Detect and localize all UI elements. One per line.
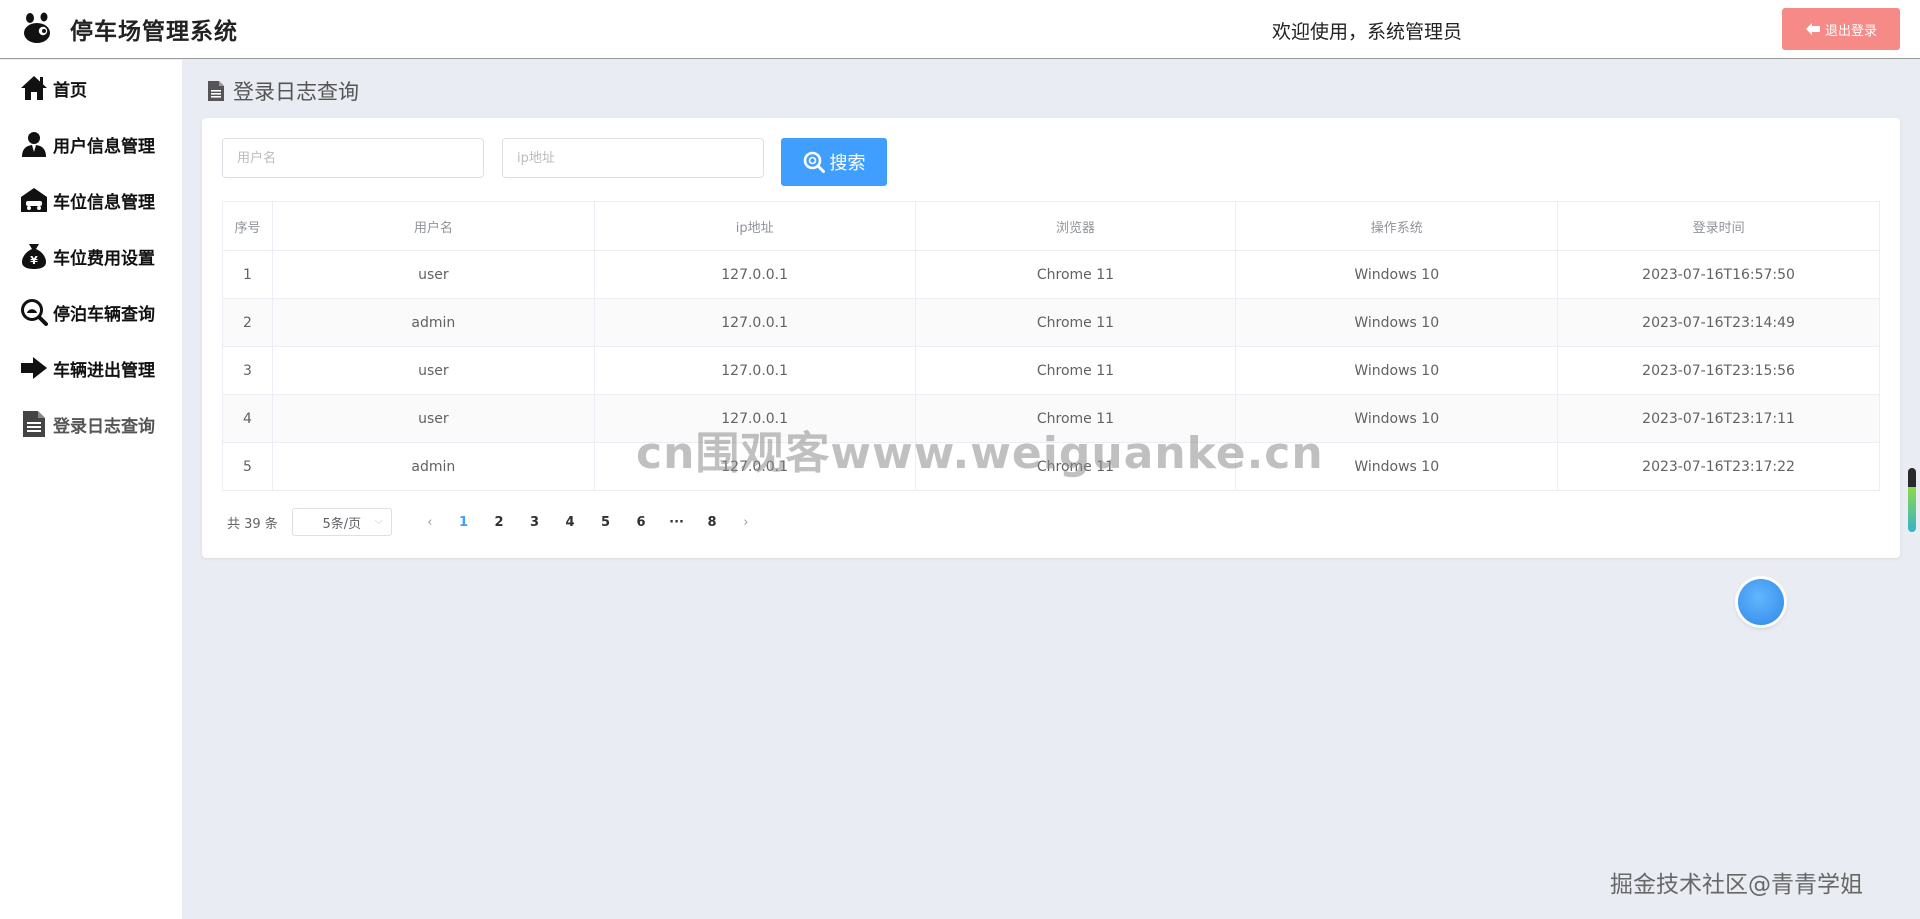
column-header: 浏览器 — [914, 201, 1237, 251]
table-cell: user — [271, 394, 595, 443]
logo-icon — [24, 12, 50, 43]
arrow-right-icon — [19, 353, 49, 383]
sidebar-item-parked-query[interactable]: 停泊车辆查询 — [0, 284, 182, 340]
column-header: 用户名 — [271, 201, 595, 251]
page-number-1[interactable]: 1 — [446, 515, 482, 530]
table-cell: Windows 10 — [1235, 298, 1559, 347]
sidebar-item-user-info[interactable]: 用户信息管理 — [0, 116, 182, 172]
sidebar-item-label: 用户信息管理 — [53, 136, 155, 157]
username-search-input[interactable] — [222, 138, 484, 178]
table-row[interactable]: 2 admin 127.0.0.1 Chrome 11 Windows 10 2… — [222, 298, 1880, 347]
home-icon — [19, 73, 49, 103]
logout-button[interactable]: 退出登录 — [1782, 8, 1900, 50]
sidebar-item-label: 车位信息管理 — [53, 192, 155, 213]
page-number-3[interactable]: 3 — [517, 515, 553, 530]
user-icon — [19, 129, 49, 159]
document-icon — [19, 409, 49, 439]
pagination: 共 39 条 5条/页 ⌵ ‹ 1 2 3 4 5 6 ··· 8 › — [227, 508, 762, 536]
search-button-label: 搜索 — [829, 153, 866, 174]
page-number-2[interactable]: 2 — [481, 515, 517, 530]
table-cell: user — [271, 346, 595, 395]
column-header: 序号 — [222, 201, 273, 251]
table-cell: 1 — [222, 250, 273, 299]
table-cell: admin — [271, 442, 595, 491]
page-title: 登录日志查询 — [207, 76, 359, 106]
page-number-8[interactable]: 8 — [694, 515, 730, 530]
sidebar-item-label: 停泊车辆查询 — [53, 304, 155, 325]
svg-text:¥: ¥ — [30, 254, 38, 267]
sidebar: 首页 用户信息管理 车位信息管理 ¥ 车位费用设置 停泊车辆查询 车辆进出管理 — [0, 60, 182, 919]
document-icon — [208, 81, 224, 101]
watermark-center: cn围观客www.weiguanke.cn — [636, 428, 1324, 479]
watermark-bottom: 掘金技术社区@青青学姐 — [1610, 872, 1863, 898]
logout-icon — [1805, 23, 1820, 35]
table-cell: 2 — [222, 298, 273, 347]
sidebar-item-label: 首页 — [53, 80, 87, 101]
money-bag-icon: ¥ — [19, 241, 49, 271]
table-header-row: 序号 用户名 ip地址 浏览器 操作系统 登录时间 — [222, 201, 1880, 251]
table-cell: 2023-07-16T23:14:49 — [1557, 298, 1880, 347]
table-row[interactable]: 1 user 127.0.0.1 Chrome 11 Windows 10 20… — [222, 250, 1880, 299]
page-number-6[interactable]: 6 — [623, 515, 659, 530]
table-cell: 4 — [222, 394, 273, 443]
page-size-select[interactable]: 5条/页 ⌵ — [291, 508, 392, 536]
table-cell: 2023-07-16T16:57:50 — [1557, 250, 1880, 299]
table-cell: Chrome 11 — [914, 250, 1237, 299]
table-cell: 2023-07-16T23:17:22 — [1557, 442, 1880, 491]
column-header: 操作系统 — [1235, 201, 1559, 251]
sidebar-item-home[interactable]: 首页 — [0, 60, 182, 116]
logo: 停车场管理系统 — [22, 12, 238, 46]
table-cell: 5 — [222, 442, 273, 491]
table-cell: admin — [271, 298, 595, 347]
floating-assistant-ball[interactable] — [1738, 579, 1784, 625]
page-number-5[interactable]: 5 — [588, 515, 624, 530]
search-car-icon — [19, 297, 49, 327]
table-cell: Chrome 11 — [914, 298, 1237, 347]
chevron-down-icon: ⌵ — [374, 514, 383, 527]
table-row[interactable]: 3 user 127.0.0.1 Chrome 11 Windows 10 20… — [222, 346, 1880, 395]
table-cell: 127.0.0.1 — [593, 346, 916, 395]
table-cell: Windows 10 — [1235, 250, 1559, 299]
sidebar-item-vehicle-inout[interactable]: 车辆进出管理 — [0, 340, 182, 396]
log-card: 搜索 序号 用户名 ip地址 浏览器 操作系统 登录时间 1 user 127.… — [202, 118, 1900, 558]
logout-label: 退出登录 — [1824, 22, 1877, 38]
table-cell: 127.0.0.1 — [593, 250, 916, 299]
table-cell: Windows 10 — [1235, 346, 1559, 395]
sidebar-item-parking-space[interactable]: 车位信息管理 — [0, 172, 182, 228]
top-header: 停车场管理系统 欢迎使用，系统管理员 退出登录 — [0, 0, 1920, 59]
sidebar-item-label: 车辆进出管理 — [53, 360, 155, 381]
table-cell: user — [271, 250, 595, 299]
page-ellipsis[interactable]: ··· — [659, 515, 695, 530]
table-cell: 2023-07-16T23:15:56 — [1557, 346, 1880, 395]
prev-page-button[interactable]: ‹ — [414, 515, 446, 530]
garage-icon — [19, 185, 49, 215]
sidebar-item-label: 登录日志查询 — [53, 416, 155, 437]
page-title-text: 登录日志查询 — [233, 80, 359, 104]
welcome-text: 欢迎使用，系统管理员 — [1272, 21, 1463, 43]
table-cell: Chrome 11 — [914, 346, 1237, 395]
table-cell: 2023-07-16T23:17:11 — [1557, 394, 1880, 443]
sidebar-item-fee-settings[interactable]: ¥ 车位费用设置 — [0, 228, 182, 284]
next-page-button[interactable]: › — [730, 515, 762, 530]
search-button[interactable]: 搜索 — [781, 138, 887, 186]
search-icon — [803, 151, 825, 173]
page-number-4[interactable]: 4 — [552, 515, 588, 530]
scroll-handle[interactable] — [1908, 468, 1916, 532]
table-cell: 127.0.0.1 — [593, 298, 916, 347]
sidebar-item-label: 车位费用设置 — [53, 248, 155, 269]
sidebar-item-login-log[interactable]: 登录日志查询 — [0, 396, 182, 452]
column-header: ip地址 — [593, 201, 916, 251]
column-header: 登录时间 — [1557, 201, 1880, 251]
pagination-total: 共 39 条 — [227, 516, 278, 532]
page-size-value: 5条/页 — [322, 516, 362, 532]
ip-search-input[interactable] — [502, 138, 764, 178]
app-title: 停车场管理系统 — [70, 19, 238, 45]
table-cell: 3 — [222, 346, 273, 395]
